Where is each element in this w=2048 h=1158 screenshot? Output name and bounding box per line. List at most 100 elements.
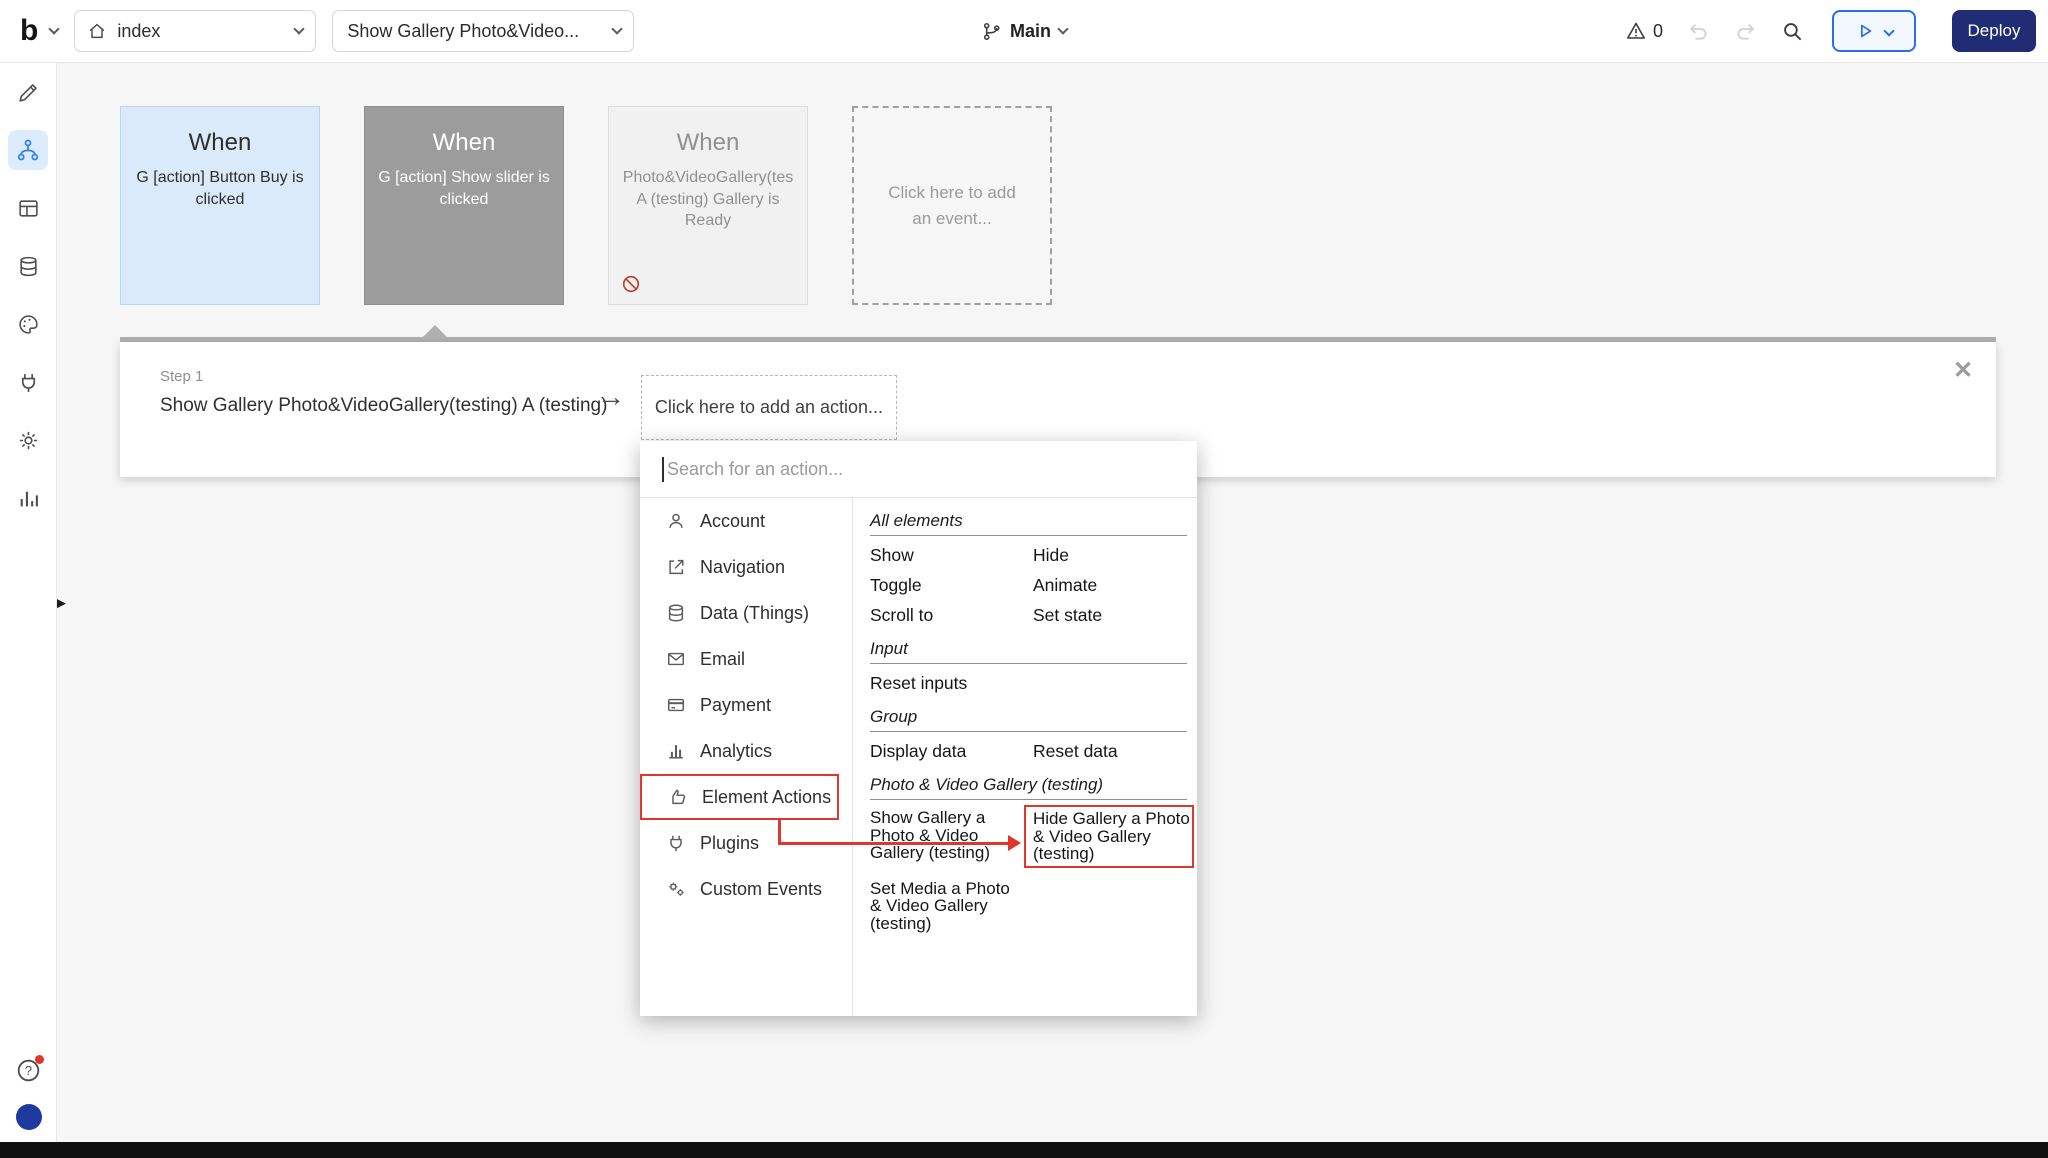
step-title[interactable]: Show Gallery Photo&VideoGallery(testing)… <box>160 395 607 417</box>
event-card-disabled[interactable]: When Photo&VideoGallery(tes A (testing) … <box>608 106 808 305</box>
workflow-canvas[interactable]: When G [action] Button Buy is clicked Wh… <box>57 63 2048 1142</box>
analytics-icon <box>666 741 686 761</box>
workflow-tab-active[interactable] <box>8 130 48 170</box>
action-item <box>1033 673 1187 694</box>
help-button[interactable]: ? <box>15 1057 42 1084</box>
category-payment[interactable]: Payment <box>640 682 852 728</box>
action-item[interactable]: Reset inputs <box>870 673 1033 694</box>
search-icon <box>1781 20 1804 43</box>
text-cursor <box>662 457 664 482</box>
add-event-button[interactable]: Click here to add an event... <box>852 106 1052 305</box>
section-header: All elements <box>870 511 1187 531</box>
preview-button[interactable] <box>1832 10 1916 52</box>
redo-button[interactable] <box>1734 20 1757 43</box>
redo-icon <box>1734 20 1757 43</box>
section-rule <box>870 663 1187 664</box>
action-item <box>1033 880 1185 933</box>
bottom-bar <box>0 1142 2048 1158</box>
event-card-subtitle: Photo&VideoGallery(tes A (testing) Galle… <box>622 167 794 232</box>
pencil-icon[interactable] <box>15 79 41 105</box>
undo-icon <box>1687 20 1710 43</box>
close-icon[interactable]: ✕ <box>1953 356 1973 385</box>
add-action-button[interactable]: Click here to add an action... <box>641 375 897 440</box>
warning-icon <box>1625 20 1647 42</box>
undo-button[interactable] <box>1687 20 1710 43</box>
category-label: Account <box>700 511 765 532</box>
gear-icon[interactable] <box>15 427 41 453</box>
section-header: Photo & Video Gallery (testing) <box>870 775 1187 795</box>
custom-events-icon <box>666 879 686 899</box>
category-element-actions[interactable]: Element Actions <box>640 774 839 820</box>
action-grid: Show Hide Toggle Animate Scroll to Set s… <box>870 545 1187 626</box>
action-item[interactable]: Toggle <box>870 575 1033 596</box>
layout-icon[interactable] <box>15 195 41 221</box>
chart-icon[interactable] <box>15 485 41 511</box>
action-item[interactable]: Animate <box>1033 575 1187 596</box>
event-card-title: When <box>134 129 306 157</box>
chevron-down-icon <box>49 23 60 34</box>
action-item[interactable]: Set state <box>1033 605 1187 626</box>
annotation-arrowhead <box>1008 835 1021 851</box>
action-grid: Show Gallery a Photo & Video Gallery (te… <box>870 809 1187 932</box>
payment-icon <box>666 695 686 715</box>
deploy-button[interactable]: Deploy <box>1952 10 2036 52</box>
expand-panel-handle[interactable]: ▶ <box>57 593 66 613</box>
category-account[interactable]: Account <box>640 498 852 544</box>
search-button[interactable] <box>1781 20 1804 43</box>
database-icon <box>666 603 686 623</box>
action-search-input[interactable] <box>640 441 1197 497</box>
action-item[interactable]: Display data <box>870 741 1033 762</box>
section-header: Group <box>870 707 1187 727</box>
branch-selector[interactable]: Main <box>981 0 1067 63</box>
event-card[interactable]: When G [action] Button Buy is clicked <box>120 106 320 305</box>
issues-indicator[interactable]: 0 <box>1625 20 1663 42</box>
action-item[interactable]: Set Media a Photo & Video Gallery (testi… <box>870 880 1022 933</box>
styles-icon[interactable] <box>15 311 41 337</box>
left-toolbar: ? <box>0 63 57 1142</box>
event-card-subtitle: G [action] Show slider is clicked <box>378 167 550 210</box>
person-icon <box>666 511 686 531</box>
category-data-things[interactable]: Data (Things) <box>640 590 852 636</box>
category-custom-events[interactable]: Custom Events <box>640 866 852 912</box>
logo-menu[interactable]: b <box>12 14 58 48</box>
prohibited-icon <box>621 274 641 294</box>
category-label: Plugins <box>700 833 759 854</box>
step-panel-pointer <box>422 325 448 338</box>
play-icon <box>1855 21 1875 41</box>
event-card-selected[interactable]: When G [action] Show slider is clicked <box>364 106 564 305</box>
email-icon <box>666 649 686 669</box>
action-item[interactable]: Reset data <box>1033 741 1187 762</box>
category-email[interactable]: Email <box>640 636 852 682</box>
branch-label: Main <box>1010 21 1051 42</box>
action-item[interactable]: Hide <box>1033 545 1187 566</box>
action-grid: Display data Reset data <box>870 741 1187 762</box>
action-item[interactable]: Show Gallery a Photo & Video Gallery (te… <box>870 809 1022 868</box>
workflow-selector[interactable]: Show Gallery Photo&Video... <box>332 10 634 52</box>
issues-count: 0 <box>1653 21 1663 42</box>
page-selector-value: index <box>117 21 160 42</box>
category-analytics[interactable]: Analytics <box>640 728 852 774</box>
bubble-workflow-editor: b index Show Gallery Photo&Video... Main <box>0 0 2048 1158</box>
section-rule <box>870 535 1187 536</box>
category-label: Element Actions <box>702 787 831 808</box>
avatar[interactable] <box>16 1104 42 1130</box>
arrow-right-icon: → <box>597 381 625 413</box>
action-category-list: Account Navigation Data (Things) <box>640 498 852 1016</box>
chevron-down-icon <box>294 23 305 34</box>
topbar-right-cluster: 0 Depl <box>1625 10 2036 52</box>
action-item-highlighted[interactable]: Hide Gallery a Photo & Video Gallery (te… <box>1024 805 1194 868</box>
svg-text:?: ? <box>25 1063 32 1078</box>
category-navigation[interactable]: Navigation <box>640 544 852 590</box>
action-item[interactable]: Scroll to <box>870 605 1033 626</box>
event-card-title: When <box>622 129 794 157</box>
database-icon[interactable] <box>15 253 41 279</box>
action-item[interactable]: Show <box>870 545 1033 566</box>
home-icon <box>87 21 107 41</box>
plugin-icon[interactable] <box>15 369 41 395</box>
workflow-icon <box>16 138 40 162</box>
page-selector[interactable]: index <box>74 10 316 52</box>
action-search <box>640 441 1197 498</box>
section-rule <box>870 799 1187 800</box>
annotation-arrow-horizontal <box>778 842 1010 845</box>
git-branch-icon <box>981 21 1002 42</box>
